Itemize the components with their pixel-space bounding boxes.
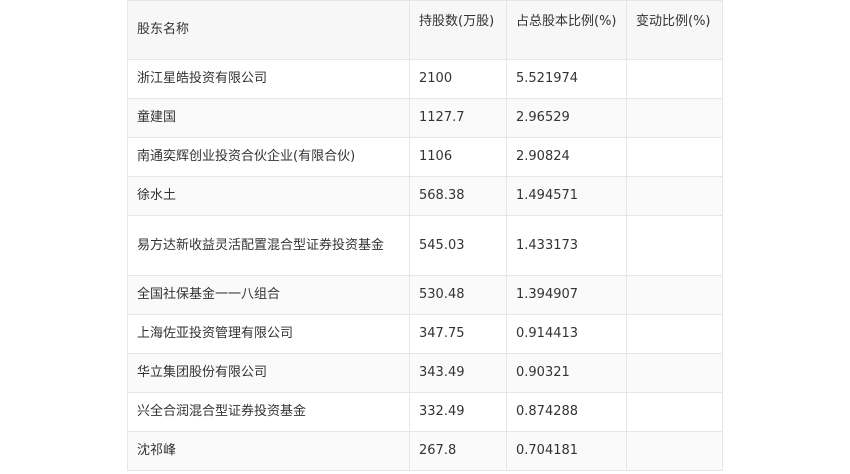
table-row: 兴全合润混合型证券投资基金 332.49 0.874288	[127, 392, 723, 432]
table-row: 上海佐亚投资管理有限公司 347.75 0.914413	[127, 314, 723, 354]
cell-change	[626, 176, 723, 216]
cell-name: 兴全合润混合型证券投资基金	[127, 392, 410, 432]
cell-ratio: 1.394907	[506, 275, 627, 315]
cell-name: 上海佐亚投资管理有限公司	[127, 314, 410, 354]
cell-change	[626, 353, 723, 393]
header-shareholder-name: 股东名称	[127, 0, 410, 60]
table-row: 徐水土 568.38 1.494571	[127, 176, 723, 216]
cell-change	[626, 215, 723, 276]
cell-name: 华立集团股份有限公司	[127, 353, 410, 393]
cell-name: 浙江星皓投资有限公司	[127, 59, 410, 99]
table-body: 浙江星皓投资有限公司 2100 5.521974 童建国 1127.7 2.96…	[127, 59, 723, 471]
cell-shares: 545.03	[409, 215, 507, 276]
header-ratio: 占总股本比例(%)	[506, 0, 627, 60]
cell-name: 童建国	[127, 98, 410, 138]
table-header: 股东名称 持股数(万股) 占总股本比例(%) 变动比例(%)	[127, 0, 723, 60]
cell-change	[626, 98, 723, 138]
table-row: 沈祁峰 267.8 0.704181	[127, 431, 723, 471]
header-row: 股东名称 持股数(万股) 占总股本比例(%) 变动比例(%)	[127, 0, 723, 60]
cell-name: 徐水土	[127, 176, 410, 216]
cell-shares: 1106	[409, 137, 507, 177]
table-row: 全国社保基金一一八组合 530.48 1.394907	[127, 275, 723, 315]
cell-name: 南通奕辉创业投资合伙企业(有限合伙)	[127, 137, 410, 177]
cell-change	[626, 314, 723, 354]
cell-shares: 267.8	[409, 431, 507, 471]
cell-name: 全国社保基金一一八组合	[127, 275, 410, 315]
cell-ratio: 5.521974	[506, 59, 627, 99]
cell-change	[626, 392, 723, 432]
cell-name: 沈祁峰	[127, 431, 410, 471]
cell-shares: 2100	[409, 59, 507, 99]
table-row: 童建国 1127.7 2.96529	[127, 98, 723, 138]
cell-shares: 332.49	[409, 392, 507, 432]
table-row: 易方达新收益灵活配置混合型证券投资基金 545.03 1.433173	[127, 215, 723, 276]
cell-ratio: 0.874288	[506, 392, 627, 432]
cell-shares: 1127.7	[409, 98, 507, 138]
header-shares: 持股数(万股)	[409, 0, 507, 60]
cell-ratio: 0.90321	[506, 353, 627, 393]
cell-ratio: 0.914413	[506, 314, 627, 354]
cell-shares: 347.75	[409, 314, 507, 354]
table-row: 南通奕辉创业投资合伙企业(有限合伙) 1106 2.90824	[127, 137, 723, 177]
cell-ratio: 0.704181	[506, 431, 627, 471]
cell-change	[626, 137, 723, 177]
cell-change	[626, 59, 723, 99]
table-row: 华立集团股份有限公司 343.49 0.90321	[127, 353, 723, 393]
cell-ratio: 2.90824	[506, 137, 627, 177]
cell-shares: 343.49	[409, 353, 507, 393]
cell-change	[626, 275, 723, 315]
shareholder-table: 股东名称 持股数(万股) 占总股本比例(%) 变动比例(%) 浙江星皓投资有限公…	[127, 0, 723, 471]
cell-ratio: 1.433173	[506, 215, 627, 276]
cell-ratio: 1.494571	[506, 176, 627, 216]
shareholder-table-container: 股东名称 持股数(万股) 占总股本比例(%) 变动比例(%) 浙江星皓投资有限公…	[127, 0, 723, 471]
cell-shares: 530.48	[409, 275, 507, 315]
cell-change	[626, 431, 723, 471]
cell-shares: 568.38	[409, 176, 507, 216]
cell-ratio: 2.96529	[506, 98, 627, 138]
cell-name: 易方达新收益灵活配置混合型证券投资基金	[127, 215, 410, 276]
header-change: 变动比例(%)	[626, 0, 723, 60]
table-row: 浙江星皓投资有限公司 2100 5.521974	[127, 59, 723, 99]
